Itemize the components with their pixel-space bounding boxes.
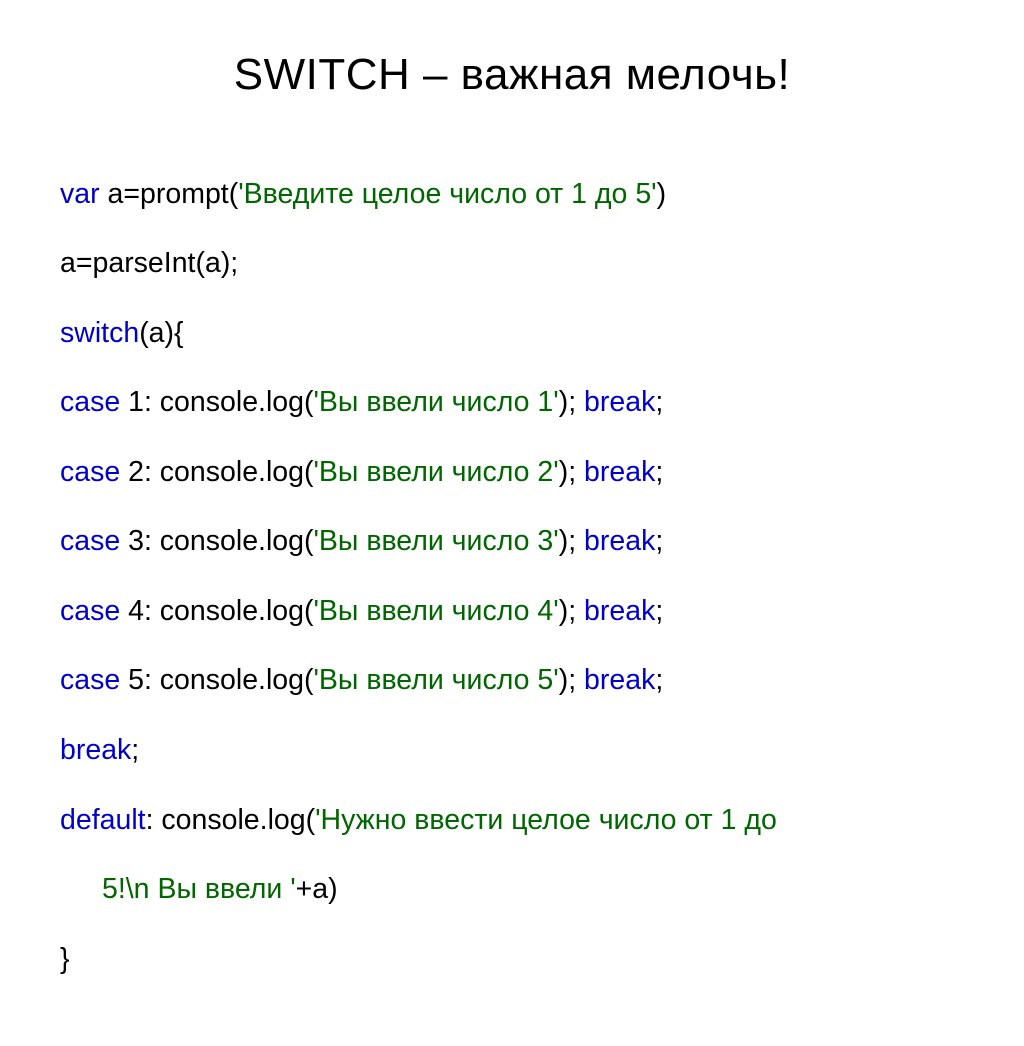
- string-literal: 'Вы ввели число 2': [313, 456, 558, 488]
- keyword-break: break: [584, 595, 655, 627]
- code-line-12: }: [60, 942, 964, 977]
- code-text: 1: console.log(: [120, 386, 313, 418]
- code-text: );: [559, 456, 584, 488]
- keyword-case: case: [60, 525, 120, 557]
- string-literal: 'Введите целое число от 1 до 5': [238, 178, 656, 210]
- code-text: (a){: [139, 317, 183, 349]
- keyword-break: break: [584, 664, 655, 696]
- code-text: ;: [131, 734, 139, 766]
- code-line-4: case 1: console.log('Вы ввели число 1');…: [60, 385, 964, 420]
- code-line-8: case 5: console.log('Вы ввели число 5');…: [60, 663, 964, 698]
- keyword-case: case: [60, 386, 120, 418]
- code-text: ): [657, 178, 667, 210]
- code-line-3: switch(a){: [60, 316, 964, 351]
- code-text: ;: [655, 386, 663, 418]
- string-literal: 'Нужно ввести целое число от 1 до: [315, 804, 785, 836]
- keyword-switch: switch: [60, 317, 139, 349]
- code-text: );: [559, 386, 584, 418]
- code-line-10: default: console.log('Нужно ввести целое…: [60, 803, 964, 838]
- string-literal: 'Вы ввели число 3': [313, 525, 558, 557]
- code-text: );: [559, 664, 584, 696]
- string-literal: 5!\n Вы ввели ': [102, 873, 296, 905]
- string-literal: 'Вы ввели число 4': [313, 595, 558, 627]
- slide-title: SWITCH – важная мелочь!: [60, 50, 964, 100]
- keyword-break: break: [584, 456, 655, 488]
- code-line-5: case 2: console.log('Вы ввели число 2');…: [60, 455, 964, 490]
- code-text: ;: [655, 525, 663, 557]
- slide: SWITCH – важная мелочь! var a=prompt('Вв…: [0, 0, 1024, 768]
- keyword-break: break: [584, 386, 655, 418]
- keyword-default: default: [60, 804, 146, 836]
- code-line-7: case 4: console.log('Вы ввели число 4');…: [60, 594, 964, 629]
- code-line-11: 5!\n Вы ввели '+a): [60, 872, 964, 907]
- code-text: 4: console.log(: [120, 595, 313, 627]
- code-text: +a): [296, 873, 338, 905]
- code-text: );: [559, 525, 584, 557]
- code-text: ;: [655, 595, 663, 627]
- code-text: 3: console.log(: [120, 525, 313, 557]
- code-text: );: [559, 595, 584, 627]
- code-text: 2: console.log(: [120, 456, 313, 488]
- code-text: ;: [655, 456, 663, 488]
- code-line-6: case 3: console.log('Вы ввели число 3');…: [60, 524, 964, 559]
- code-text: a=parseInt(a);: [60, 247, 238, 279]
- code-text: ;: [655, 664, 663, 696]
- keyword-case: case: [60, 664, 120, 696]
- string-literal: 'Вы ввели число 5': [313, 664, 558, 696]
- code-text: 5: console.log(: [120, 664, 313, 696]
- code-text: }: [60, 943, 70, 975]
- code-text: : console.log(: [146, 804, 316, 836]
- string-literal: 'Вы ввели число 1': [313, 386, 558, 418]
- code-text: a=prompt(: [100, 178, 239, 210]
- keyword-case: case: [60, 456, 120, 488]
- keyword-case: case: [60, 595, 120, 627]
- code-line-2: a=parseInt(a);: [60, 246, 964, 281]
- code-block: var a=prompt('Введите целое число от 1 д…: [60, 142, 964, 1046]
- code-line-1: var a=prompt('Введите целое число от 1 д…: [60, 177, 964, 212]
- keyword-break: break: [60, 734, 131, 766]
- code-line-9: break;: [60, 733, 964, 768]
- keyword-var: var: [60, 178, 100, 210]
- keyword-break: break: [584, 525, 655, 557]
